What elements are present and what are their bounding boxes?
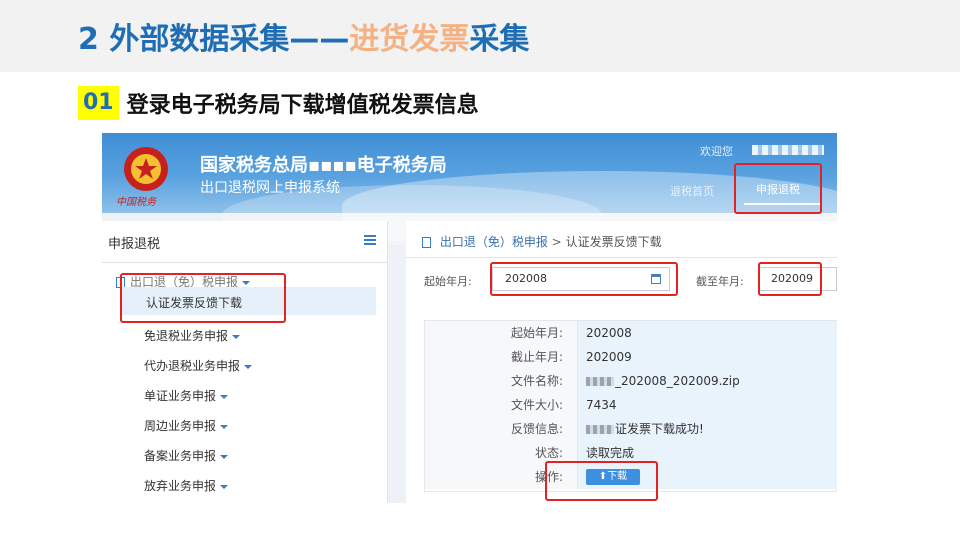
portal-banner: 中国税务 国家税务总局▪▪▪▪电子税务局 出口退税网上申报系统 欢迎您 退税首页… xyxy=(102,133,837,245)
sidebar-item-label: 免退税业务申报 xyxy=(144,329,229,343)
sidebar-item-label: 放弃业务申报 xyxy=(144,479,217,493)
sidebar-item-agency[interactable]: 代办退税业务申报 xyxy=(144,357,253,374)
detail-value: 202009 xyxy=(578,345,837,369)
sidebar-item-label: 备案业务申报 xyxy=(144,449,217,463)
end-month-label: 截至年月: xyxy=(696,275,744,288)
nav-home-link[interactable]: 退税首页 xyxy=(670,183,714,199)
document-icon xyxy=(422,237,431,248)
detail-key: 起始年月: xyxy=(425,321,578,345)
sidebar-item-abandon[interactable]: 放弃业务申报 xyxy=(144,477,229,494)
highlight-box-start-month xyxy=(490,262,678,296)
detail-row: 文件大小: 7434 xyxy=(425,393,837,417)
detail-row: 反馈信息: 证发票下载成功! xyxy=(425,417,837,441)
title-accent: 进货发票 xyxy=(349,22,470,57)
step-heading: 01 登录电子税务局下载增值税发票信息 xyxy=(78,86,479,120)
detail-key: 截止年月: xyxy=(425,345,578,369)
slide-title: 2 外部数据采集——进货发票采集 xyxy=(78,14,529,58)
sidebar-item-documents[interactable]: 单证业务申报 xyxy=(144,387,229,404)
highlight-box-nav xyxy=(734,163,822,214)
detail-row: 文件名称: _202008_202009.zip xyxy=(425,369,837,393)
sidebar-item-label: 代办退税业务申报 xyxy=(144,359,241,373)
redacted-text xyxy=(586,425,614,434)
welcome-text: 欢迎您 xyxy=(700,145,733,158)
detail-value: 202008 xyxy=(578,321,837,345)
chevron-down-icon xyxy=(244,364,253,369)
breadcrumb-root[interactable]: 出口退（免）税申报 xyxy=(440,235,548,249)
detail-value: 7434 xyxy=(578,393,837,417)
title-bar: 2 外部数据采集——进货发票采集 xyxy=(0,0,960,72)
redacted-text xyxy=(586,377,614,386)
sidebar-header: 申报退税 xyxy=(102,221,388,263)
file-name-value: _202008_202009.zip xyxy=(615,374,740,388)
detail-row: 截止年月: 202009 xyxy=(425,345,837,369)
menu-toggle-icon[interactable] xyxy=(364,235,376,245)
chevron-down-icon xyxy=(220,484,229,489)
title-suffix: 采集 xyxy=(469,22,530,57)
breadcrumb-current: 认证发票反馈下载 xyxy=(565,235,662,249)
highlight-box-download xyxy=(545,461,658,501)
sidebar: 申报退税 出口退（免）税申报 认证发票反馈下载 免退税业务申报 代办退税业务申报… xyxy=(102,221,388,503)
detail-key: 反馈信息: xyxy=(425,417,578,441)
slide: 2 外部数据采集——进货发票采集 01 登录电子税务局下载增值税发票信息 中国税… xyxy=(0,0,960,540)
title-prefix: 2 外部数据采集—— xyxy=(78,22,350,57)
chevron-down-icon xyxy=(232,334,241,339)
sidebar-item-exemption[interactable]: 免退税业务申报 xyxy=(144,327,241,344)
user-name-redacted xyxy=(752,145,824,155)
system-name: 出口退税网上申报系统 xyxy=(200,180,340,196)
emblem-caption: 中国税务 xyxy=(116,197,156,208)
detail-value: 证发票下载成功! xyxy=(578,417,837,441)
detail-value: _202008_202009.zip xyxy=(578,369,837,393)
step-number-badge: 01 xyxy=(78,86,119,120)
sidebar-item-label: 周边业务申报 xyxy=(144,419,217,433)
chevron-down-icon xyxy=(220,424,229,429)
divider xyxy=(406,257,837,258)
step-text: 登录电子税务局下载增值税发票信息 xyxy=(126,93,479,118)
feedback-value: 证发票下载成功! xyxy=(615,422,704,436)
highlight-box-sidebar xyxy=(120,273,286,323)
breadcrumb-separator: > xyxy=(551,235,562,249)
chevron-down-icon xyxy=(220,454,229,459)
detail-key: 文件大小: xyxy=(425,393,578,417)
sidebar-title: 申报退税 xyxy=(108,237,161,252)
sidebar-item-filing[interactable]: 备案业务申报 xyxy=(144,447,229,464)
sidebar-item-peripheral[interactable]: 周边业务申报 xyxy=(144,417,229,434)
agency-name: 国家税务总局▪▪▪▪电子税务局 xyxy=(200,155,447,176)
breadcrumb: 出口退（免）税申报 > 认证发票反馈下载 xyxy=(422,233,662,250)
detail-row: 起始年月: 202008 xyxy=(425,321,837,345)
tax-emblem-icon xyxy=(124,147,168,191)
chevron-down-icon xyxy=(220,394,229,399)
detail-key: 文件名称: xyxy=(425,369,578,393)
highlight-box-end-month xyxy=(758,262,822,296)
start-month-label: 起始年月: xyxy=(424,275,472,288)
sidebar-item-label: 单证业务申报 xyxy=(144,389,217,403)
